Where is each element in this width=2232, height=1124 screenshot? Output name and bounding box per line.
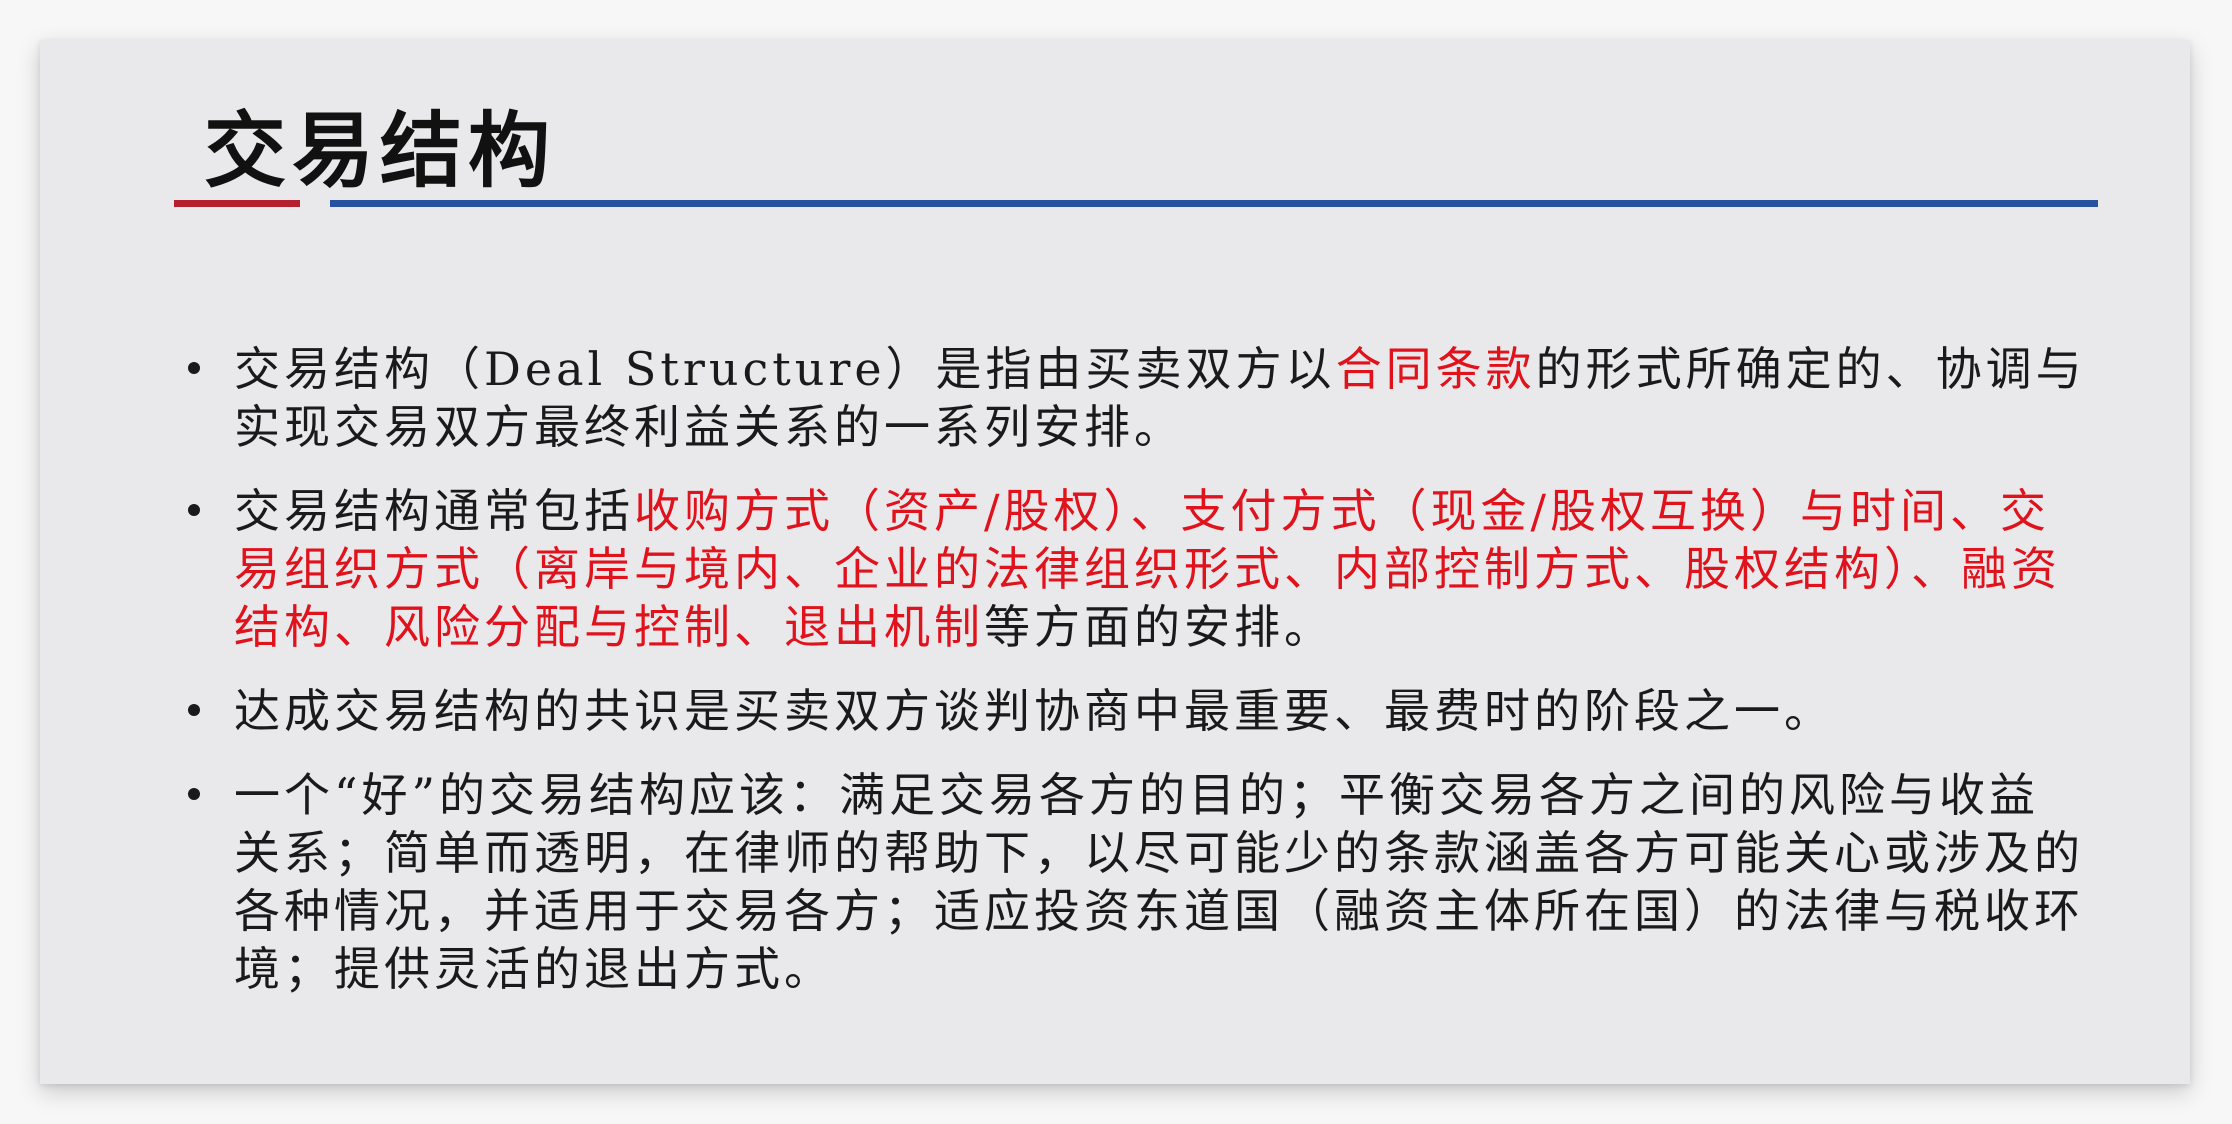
bullet-dot-icon [188,704,200,716]
bullet-dot-icon [188,362,200,374]
bullet-dot-icon [188,788,200,800]
slide-title: 交易结构 [204,103,557,199]
bullet-item: 一个“好”的交易结构应该：满足交易各方的目的；平衡交易各方之间的风险与收益关系；… [188,766,2088,998]
bullet-text: 达成交易结构的共识是买卖双方谈判协商中最重要、最费时的阶段之一。 [234,684,1834,738]
screen: 交易结构 交易结构（Deal Structure）是指由买卖双方以合同条款的形式… [0,0,2232,1124]
bullet-text: 交易结构（Deal Structure）是指由买卖双方以 [234,342,1336,396]
bullet-text: 一个“好”的交易结构应该：满足交易各方的目的；平衡交易各方之间的风险与收益关系；… [234,768,2084,996]
slide: 交易结构 交易结构（Deal Structure）是指由买卖双方以合同条款的形式… [40,40,2190,1084]
bullet-item: 交易结构通常包括收购方式（资产/股权）、支付方式（现金/股权互换）与时间、交易组… [188,482,2088,656]
bullet-item: 达成交易结构的共识是买卖双方谈判协商中最重要、最费时的阶段之一。 [188,682,2088,740]
bullet-text: 交易结构通常包括 [234,484,634,538]
bullet-highlight: 合同条款 [1335,342,1536,396]
bullet-item: 交易结构（Deal Structure）是指由买卖双方以合同条款的形式所确定的、… [188,340,2088,456]
bullet-list: 交易结构（Deal Structure）是指由买卖双方以合同条款的形式所确定的、… [188,340,2088,1024]
title-rule-blue [330,200,2098,207]
bullet-text-tail: 等方面的安排。 [984,600,1334,654]
title-rule-red [174,200,300,207]
bullet-dot-icon [188,504,200,516]
